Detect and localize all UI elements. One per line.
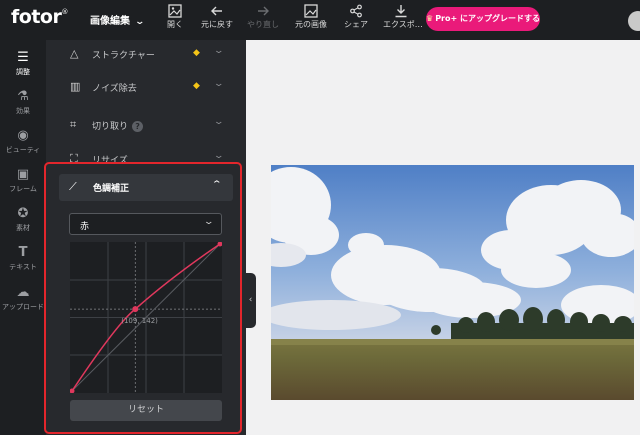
- top-bar: fotor® 画像編集 ⌄ 開く 元に戻す やり直し 元の画像 シェア エクスポ……: [0, 0, 640, 40]
- pro-upgrade-label: Pro+ にアップグレードする: [435, 14, 540, 23]
- nav-adjust[interactable]: ☰ 調整: [0, 51, 46, 77]
- nav-elements[interactable]: ✪ 素材: [0, 207, 46, 233]
- crown-icon: ♛: [426, 14, 434, 23]
- curve-icon: ⟋: [69, 180, 77, 193]
- flask-icon: ⚗: [17, 89, 29, 104]
- nav-upload-label: アップロード: [2, 303, 44, 311]
- image-edit-menu[interactable]: 画像編集 ⌄: [90, 12, 146, 27]
- channel-select-value: 赤: [80, 222, 90, 232]
- nav-text-label: テキスト: [9, 263, 37, 271]
- fotor-logo[interactable]: fotor®: [11, 6, 68, 28]
- open-label: 開く: [167, 20, 183, 29]
- nav-frame-label: フレーム: [9, 185, 37, 193]
- arrow-left-icon: [211, 6, 222, 16]
- image-compare-icon: [304, 4, 318, 18]
- original-image-button[interactable]: 元の画像: [293, 3, 329, 37]
- chevron-down-icon: ⌄: [213, 117, 225, 127]
- help-icon[interactable]: ?: [132, 121, 144, 132]
- curve-control-point[interactable]: [132, 306, 139, 313]
- reset-button[interactable]: リセット: [70, 400, 222, 421]
- chevron-down-icon: ⌄: [203, 217, 215, 227]
- denoise-row[interactable]: ▥ ノイズ除去 ◆ ⌄: [46, 73, 246, 101]
- collapse-panel-button[interactable]: ‹: [245, 273, 256, 328]
- image-edit-label: 画像編集: [90, 16, 130, 27]
- download-icon: [395, 5, 407, 18]
- color-correction-header[interactable]: ⟋ 色調補正 ⌃: [59, 174, 233, 201]
- field: [271, 339, 634, 400]
- pro-upgrade-button[interactable]: ♛ Pro+ にアップグレードする: [426, 7, 540, 31]
- premium-diamond-icon: ◆: [193, 81, 200, 91]
- color-correction-title: 色調補正: [93, 184, 130, 194]
- structure-row[interactable]: △ ストラクチャー ◆ ⌄: [46, 40, 246, 68]
- star-icon: ✪: [17, 206, 29, 221]
- left-nav: ☰ 調整 ⚗ 効果 ◉ ビューティ ▣ フレーム ✪ 素材 T テキスト ☁ ア…: [0, 40, 46, 435]
- crop-label: 切り取り?: [92, 119, 144, 132]
- crop-row[interactable]: ⌗ 切り取り? ⌄: [46, 111, 246, 139]
- chevron-down-icon: ⌄: [213, 79, 225, 89]
- premium-diamond-icon: ◆: [193, 48, 200, 58]
- nav-beauty[interactable]: ◉ ビューティ: [0, 129, 46, 155]
- structure-label: ストラクチャー: [92, 51, 155, 61]
- canvas-photo[interactable]: [271, 165, 634, 400]
- denoise-label: ノイズ除去: [92, 84, 137, 94]
- undo-label: 元に戻す: [201, 20, 233, 29]
- redo-button[interactable]: やり直し: [245, 3, 281, 37]
- curve-point-readout: (109, 142): [121, 317, 158, 325]
- eye-icon: ◉: [17, 128, 29, 143]
- field-grass-band: [271, 339, 634, 345]
- chevron-down-icon: ⌄: [134, 17, 146, 27]
- nav-elements-label: 素材: [16, 224, 30, 232]
- denoise-icon: ▥: [70, 80, 81, 93]
- original-image-label: 元の画像: [295, 20, 327, 29]
- nav-text[interactable]: T テキスト: [0, 246, 46, 272]
- arrow-right-icon: [258, 6, 269, 16]
- share-label: シェア: [344, 20, 368, 29]
- chevron-down-icon: ⌄: [213, 151, 225, 161]
- nav-effects-label: 効果: [16, 107, 30, 115]
- triangle-icon: △: [70, 47, 79, 60]
- chevron-down-icon: ⌄: [213, 46, 225, 56]
- export-button[interactable]: エクスポ…: [383, 3, 423, 37]
- open-button[interactable]: 開く: [157, 3, 193, 37]
- chevron-up-icon: ⌃: [211, 180, 223, 190]
- chevron-left-icon: ‹: [248, 295, 253, 305]
- crop-icon: ⌗: [70, 118, 77, 131]
- text-icon: T: [18, 245, 28, 260]
- image-open-icon: [168, 4, 182, 18]
- upload-cloud-icon: ☁: [16, 285, 30, 300]
- channel-select[interactable]: 赤 ⌄: [69, 213, 222, 235]
- nav-frame[interactable]: ▣ フレーム: [0, 168, 46, 194]
- share-icon: [350, 4, 362, 18]
- export-label: エクスポ…: [383, 20, 423, 29]
- redo-label: やり直し: [247, 20, 279, 29]
- avatar[interactable]: [628, 11, 640, 31]
- nav-adjust-label: 調整: [16, 68, 30, 76]
- tone-curve-editor[interactable]: (109, 142): [70, 242, 222, 393]
- share-button[interactable]: シェア: [338, 3, 374, 37]
- frame-icon: ▣: [16, 167, 30, 182]
- undo-button[interactable]: 元に戻す: [199, 3, 235, 37]
- reset-label: リセット: [127, 405, 164, 415]
- nav-beauty-label: ビューティ: [5, 146, 41, 154]
- nav-effects[interactable]: ⚗ 効果: [0, 90, 46, 116]
- sliders-icon: ☰: [17, 50, 29, 65]
- nav-upload[interactable]: ☁ アップロード: [0, 286, 46, 312]
